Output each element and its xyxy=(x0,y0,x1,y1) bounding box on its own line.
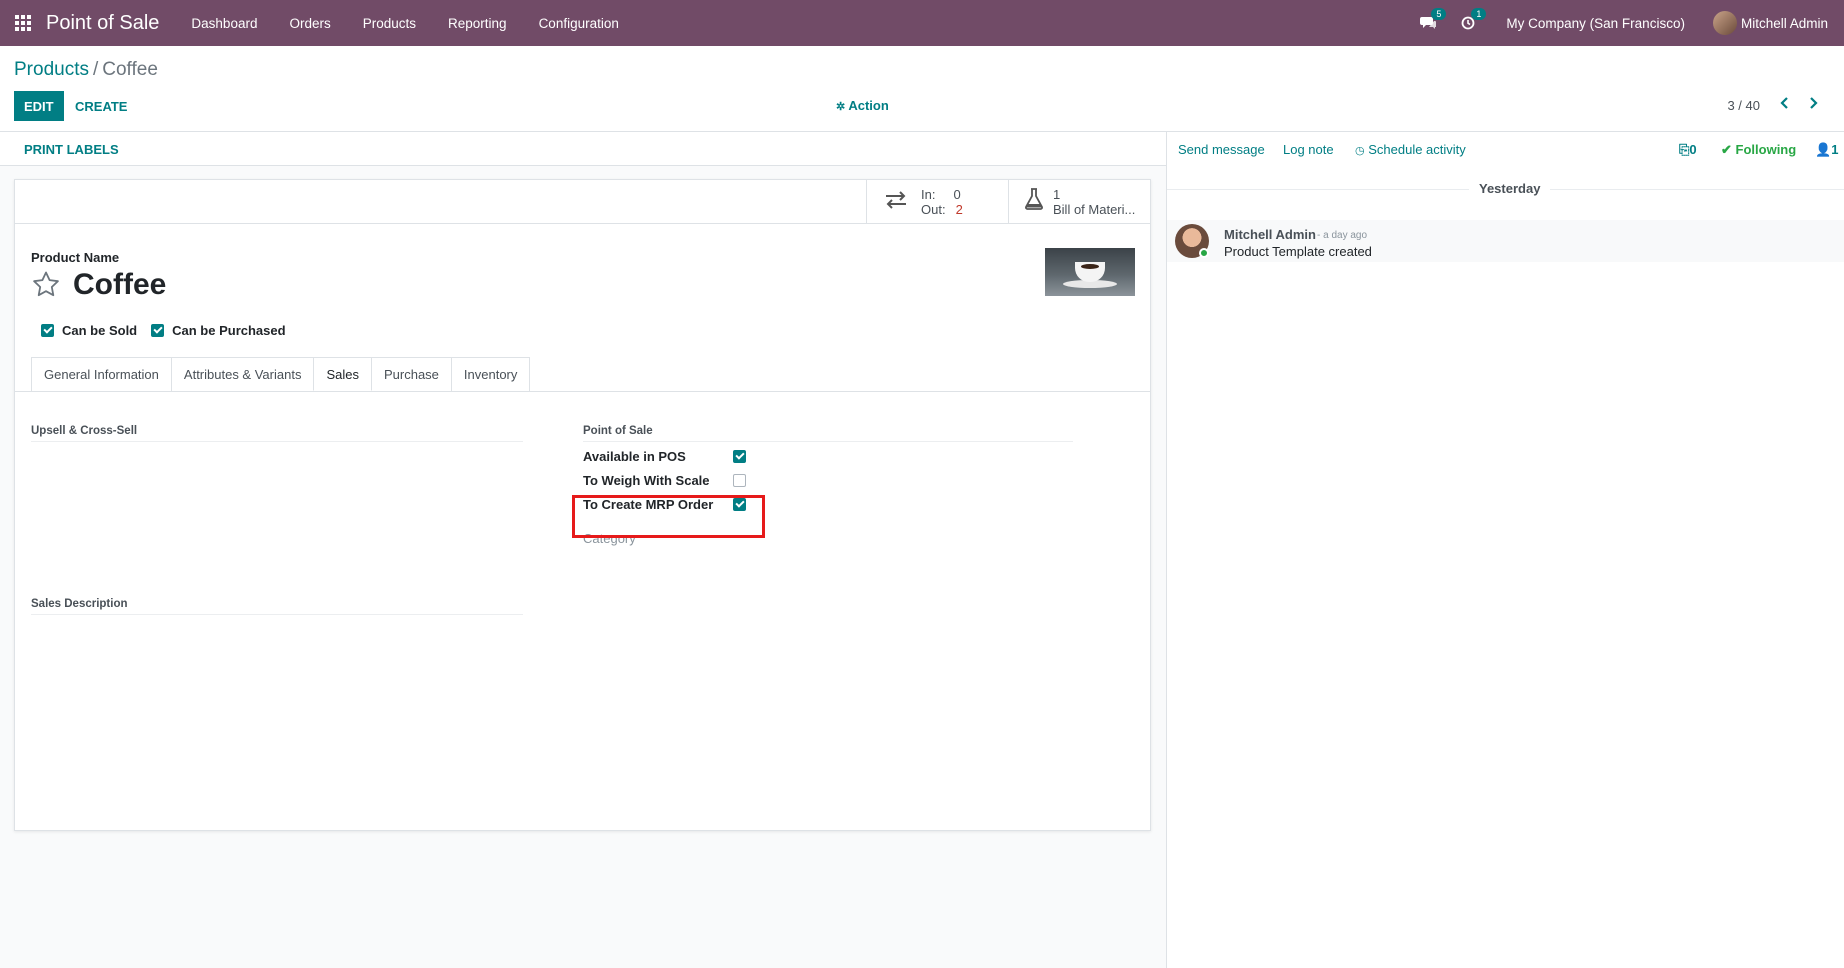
following-label: Following xyxy=(1735,142,1797,157)
print-labels-button[interactable]: PRINT LABELS xyxy=(24,142,119,157)
product-name-label: Product Name xyxy=(31,250,120,265)
edit-button[interactable]: EDIT xyxy=(14,91,64,121)
exchange-icon xyxy=(881,189,911,215)
form-statusbar: PRINT LABELS xyxy=(0,132,1166,166)
day-divider-label: Yesterday xyxy=(1469,181,1551,196)
tab-purchase[interactable]: Purchase xyxy=(370,357,452,391)
message-date: - a day ago xyxy=(1317,230,1368,241)
user-avatar xyxy=(1712,11,1737,35)
breadcrumb-separator: / xyxy=(92,59,99,80)
top-navbar: Point of Sale Dashboard Orders Products … xyxy=(0,0,1844,46)
followers-button[interactable]: 👤1 xyxy=(1815,142,1838,158)
upsell-section-title: Upsell & Cross-Sell xyxy=(31,425,523,442)
bom-label: Bill of Materi... xyxy=(1053,202,1136,217)
menu-products[interactable]: Products xyxy=(347,16,432,31)
form-tabs: General Information Attributes & Variant… xyxy=(31,357,531,391)
tab-sales[interactable]: Sales xyxy=(313,357,372,391)
breadcrumb-products[interactable]: Products xyxy=(14,59,89,80)
sales-description-title: Sales Description xyxy=(31,598,523,615)
cup-shape xyxy=(1075,262,1105,282)
online-status-icon xyxy=(1199,248,1209,258)
send-message-button[interactable]: Send message xyxy=(1178,142,1265,157)
can-be-sold-label: Can be Sold xyxy=(62,323,138,338)
bill-of-materials-button[interactable]: 1 Bill of Materi... xyxy=(1008,180,1150,224)
product-image[interactable] xyxy=(1045,248,1135,296)
available-in-pos-checkbox[interactable] xyxy=(733,450,746,463)
paperclip-icon: ⎘ xyxy=(1679,142,1690,157)
log-note-button[interactable]: Log note xyxy=(1283,142,1334,157)
breadcrumb: Products / Coffee xyxy=(14,59,158,81)
clock-icon: ◷ xyxy=(1355,145,1365,157)
tabs-underline xyxy=(15,391,1150,392)
bom-values: 1 Bill of Materi... xyxy=(1053,187,1135,217)
can-be-purchased-field[interactable]: Can be Purchased xyxy=(151,323,286,338)
action-dropdown[interactable]: ✲ Action xyxy=(836,98,889,113)
company-switcher[interactable]: My Company (San Francisco) xyxy=(1488,16,1703,31)
apps-menu-icon[interactable] xyxy=(0,0,46,46)
user-icon: 👤 xyxy=(1815,142,1832,157)
can-be-purchased-label: Can be Purchased xyxy=(172,323,286,338)
check-icon: ✔ xyxy=(1721,142,1732,157)
messages-badge: 5 xyxy=(1431,8,1447,20)
moves-in-value: 0 xyxy=(953,187,961,202)
app-brand[interactable]: Point of Sale xyxy=(46,12,159,35)
activity-menu[interactable]: 1 xyxy=(1448,8,1488,30)
user-name: Mitchell Admin xyxy=(1740,15,1828,31)
navbar-systray: 5 1 My Company (San Francisco) Mitchell … xyxy=(1408,0,1844,46)
menu-configuration[interactable]: Configuration xyxy=(523,16,635,31)
bom-count: 1 xyxy=(1053,187,1061,202)
attachments-count: 0 xyxy=(1689,142,1697,157)
can-be-sold-checkbox[interactable] xyxy=(41,324,54,337)
moves-out-label: Out: xyxy=(921,202,946,217)
following-button[interactable]: ✔ Following xyxy=(1721,142,1796,158)
schedule-activity-label: Schedule activity xyxy=(1368,142,1466,157)
product-flags: Can be Sold Can be Purchased xyxy=(41,323,300,338)
to-weigh-checkbox[interactable] xyxy=(733,474,746,487)
gear-icon: ✲ xyxy=(836,101,846,113)
smart-button-box: In: 0 Out: 2 1 Bill of Materi... xyxy=(15,180,1150,224)
message-body: Product Template created xyxy=(1224,244,1372,259)
followers-count: 1 xyxy=(1831,142,1839,157)
form-sheet: In: 0 Out: 2 1 Bill of Materi... Product N… xyxy=(14,179,1151,831)
to-weigh-label: To Weigh With Scale xyxy=(583,473,710,488)
chatter-topbar: Send message Log note ◷ Schedule activit… xyxy=(1167,132,1844,166)
pos-section-title: Point of Sale xyxy=(583,425,1073,442)
chatter-panel: Send message Log note ◷ Schedule activit… xyxy=(1167,132,1844,968)
attachments-button[interactable]: ⎘0 xyxy=(1679,142,1697,158)
action-label: Action xyxy=(848,98,889,113)
tab-inventory[interactable]: Inventory xyxy=(450,357,531,391)
breadcrumb-current: Coffee xyxy=(102,59,158,80)
moves-in-label: In: xyxy=(921,187,936,202)
user-menu[interactable]: Mitchell Admin xyxy=(1703,11,1844,35)
form-view: PRINT LABELS In: 0 Out: 2 1 Bill of Materi… xyxy=(0,132,1167,968)
create-button[interactable]: CREATE xyxy=(70,91,132,121)
tab-attributes-variants[interactable]: Attributes & Variants xyxy=(170,357,315,391)
star-icon[interactable] xyxy=(31,270,61,300)
stock-moves-values: In: 0 Out: 2 xyxy=(921,187,963,217)
chevron-left-icon[interactable] xyxy=(1780,96,1790,112)
available-in-pos-label: Available in POS xyxy=(583,449,686,464)
pager-value[interactable]: 3 / 40 xyxy=(1727,98,1760,113)
activities-badge: 1 xyxy=(1471,8,1487,20)
chatter-message: Mitchell Admin - a day ago Product Templ… xyxy=(1167,220,1844,262)
can-be-purchased-checkbox[interactable] xyxy=(151,324,165,337)
flask-icon xyxy=(1023,188,1045,216)
menu-orders[interactable]: Orders xyxy=(273,16,346,31)
highlight-box xyxy=(572,495,765,538)
message-author[interactable]: Mitchell Admin xyxy=(1224,227,1316,242)
menu-dashboard[interactable]: Dashboard xyxy=(175,16,273,31)
menu-reporting[interactable]: Reporting xyxy=(432,16,523,31)
product-name: Coffee xyxy=(73,268,167,301)
schedule-activity-button[interactable]: ◷ Schedule activity xyxy=(1355,142,1466,157)
messaging-menu[interactable]: 5 xyxy=(1408,8,1448,30)
stock-moves-button[interactable]: In: 0 Out: 2 xyxy=(866,180,1008,224)
moves-out-value: 2 xyxy=(955,202,963,217)
chevron-right-icon[interactable] xyxy=(1808,96,1818,112)
can-be-sold-field[interactable]: Can be Sold xyxy=(41,323,137,338)
control-panel: Products / Coffee EDIT CREATE ✲ Action 3 /… xyxy=(0,46,1844,132)
tab-general-information[interactable]: General Information xyxy=(31,357,172,391)
